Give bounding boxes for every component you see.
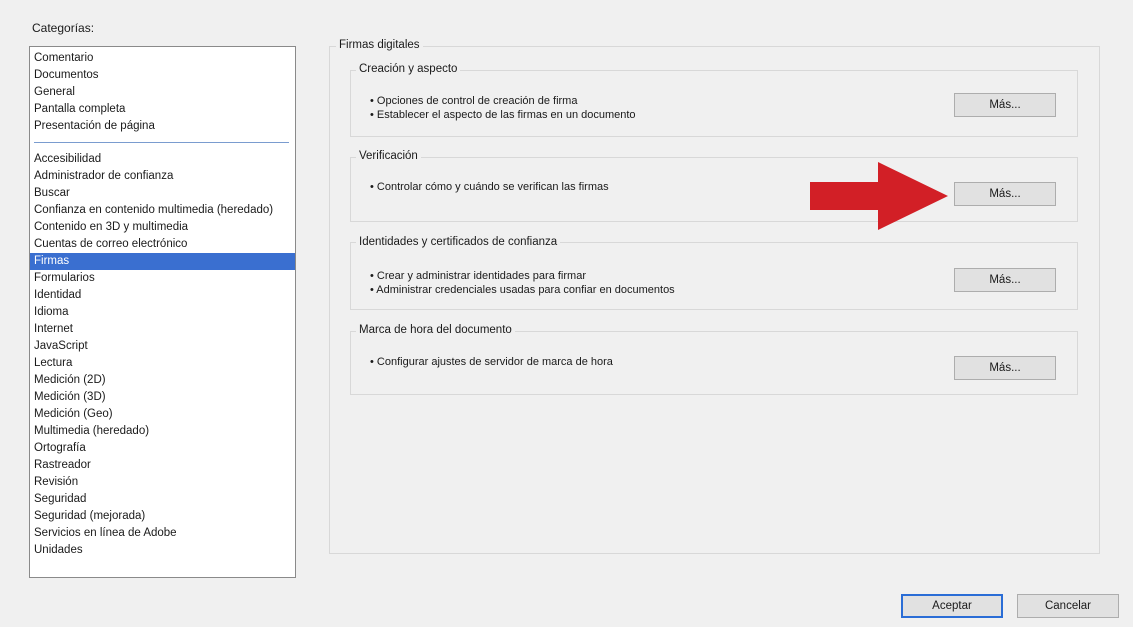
category-item[interactable]: JavaScript: [30, 338, 295, 355]
category-item[interactable]: Identidad: [30, 287, 295, 304]
category-item[interactable]: Confianza en contenido multimedia (hered…: [30, 202, 295, 219]
bullet-identities-1: • Crear y administrar identidades para f…: [370, 270, 586, 282]
section-title-creation: Creación y aspecto: [356, 63, 461, 75]
more-button-identities[interactable]: Más...: [954, 268, 1056, 292]
category-item[interactable]: Presentación de página: [30, 118, 295, 135]
cancel-button[interactable]: Cancelar: [1017, 594, 1119, 618]
category-item[interactable]: Unidades: [30, 542, 295, 559]
more-button-verification[interactable]: Más...: [954, 182, 1056, 206]
category-item[interactable]: Formularios: [30, 270, 295, 287]
category-item[interactable]: General: [30, 84, 295, 101]
category-separator: [34, 142, 289, 143]
category-item[interactable]: Seguridad: [30, 491, 295, 508]
category-item-selected[interactable]: Firmas: [30, 253, 295, 270]
section-title-verification: Verificación: [356, 150, 421, 162]
bullet-verification-1: • Controlar cómo y cuándo se verifican l…: [370, 181, 609, 193]
bullet-creation-1: • Opciones de control de creación de fir…: [370, 95, 578, 107]
bullet-creation-2: • Establecer el aspecto de las firmas en…: [370, 109, 636, 121]
accept-button[interactable]: Aceptar: [901, 594, 1003, 618]
section-title-timestamp: Marca de hora del documento: [356, 324, 515, 336]
category-item[interactable]: Idioma: [30, 304, 295, 321]
more-button-timestamp[interactable]: Más...: [954, 356, 1056, 380]
category-item[interactable]: Cuentas de correo electrónico: [30, 236, 295, 253]
category-item[interactable]: Ortografía: [30, 440, 295, 457]
categories-list[interactable]: Comentario Documentos General Pantalla comp…: [29, 46, 296, 578]
category-item[interactable]: Internet: [30, 321, 295, 338]
bullet-identities-2: • Administrar credenciales usadas para c…: [370, 284, 675, 296]
category-item[interactable]: Pantalla completa: [30, 101, 295, 118]
category-item[interactable]: Contenido en 3D y multimedia: [30, 219, 295, 236]
category-item[interactable]: Buscar: [30, 185, 295, 202]
more-button-creation[interactable]: Más...: [954, 93, 1056, 117]
bullet-timestamp-1: • Configurar ajustes de servidor de marc…: [370, 356, 613, 368]
section-title-identities: Identidades y certificados de confianza: [356, 236, 561, 248]
categories-label: Categorías:: [32, 21, 95, 35]
category-item[interactable]: Seguridad (mejorada): [30, 508, 295, 525]
category-item[interactable]: Rastreador: [30, 457, 295, 474]
category-item[interactable]: Administrador de confianza: [30, 168, 295, 185]
category-item[interactable]: Servicios en línea de Adobe: [30, 525, 295, 542]
category-item[interactable]: Comentario: [30, 50, 295, 67]
category-item[interactable]: Accesibilidad: [30, 151, 295, 168]
category-item[interactable]: Revisión: [30, 474, 295, 491]
category-item[interactable]: Lectura: [30, 355, 295, 372]
red-arrow-icon: [810, 162, 948, 230]
digital-signatures-title: Firmas digitales: [336, 39, 423, 51]
category-item[interactable]: Multimedia (heredado): [30, 423, 295, 440]
category-item[interactable]: Medición (3D): [30, 389, 295, 406]
category-item[interactable]: Medición (2D): [30, 372, 295, 389]
category-item[interactable]: Medición (Geo): [30, 406, 295, 423]
category-item[interactable]: Documentos: [30, 67, 295, 84]
